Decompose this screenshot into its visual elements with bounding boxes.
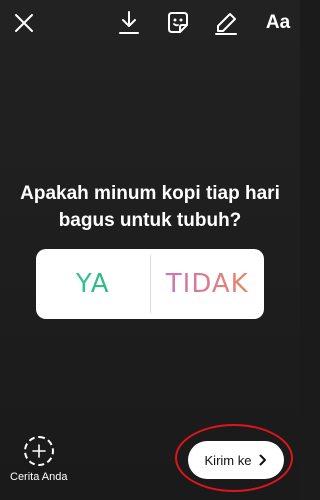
- send-to-button[interactable]: Kirim ke: [188, 441, 284, 479]
- close-button[interactable]: [6, 6, 42, 40]
- close-icon: [15, 14, 33, 32]
- text-tool-button[interactable]: Aa: [258, 6, 298, 40]
- story-editor-screen: Aa Apakah minum kopi tiap hari bagus unt…: [0, 0, 300, 500]
- top-toolbar: Aa: [0, 0, 300, 46]
- poll-question: Apakah minum kopi tiap hari bagus untuk …: [20, 183, 280, 231]
- add-story-icon: [24, 436, 54, 466]
- chevron-right-icon: [259, 454, 267, 466]
- poll-option-yes[interactable]: YA: [36, 249, 150, 319]
- plus-icon: [32, 444, 46, 458]
- download-button[interactable]: [111, 6, 147, 40]
- draw-button[interactable]: [208, 6, 244, 40]
- download-icon: [119, 11, 139, 34]
- sticker-button[interactable]: [160, 6, 196, 40]
- poll-option-no[interactable]: TIDAK: [151, 249, 265, 319]
- sticker-icon: [168, 12, 188, 33]
- your-story-label: Cerita Anda: [10, 471, 68, 483]
- text-tool-label: Aa: [265, 12, 291, 33]
- pen-icon: [215, 13, 237, 35]
- your-story-button[interactable]: Cerita Anda: [10, 436, 70, 490]
- send-to-label: Kirim ke: [204, 452, 252, 468]
- poll-sticker[interactable]: YA TIDAK: [36, 249, 264, 319]
